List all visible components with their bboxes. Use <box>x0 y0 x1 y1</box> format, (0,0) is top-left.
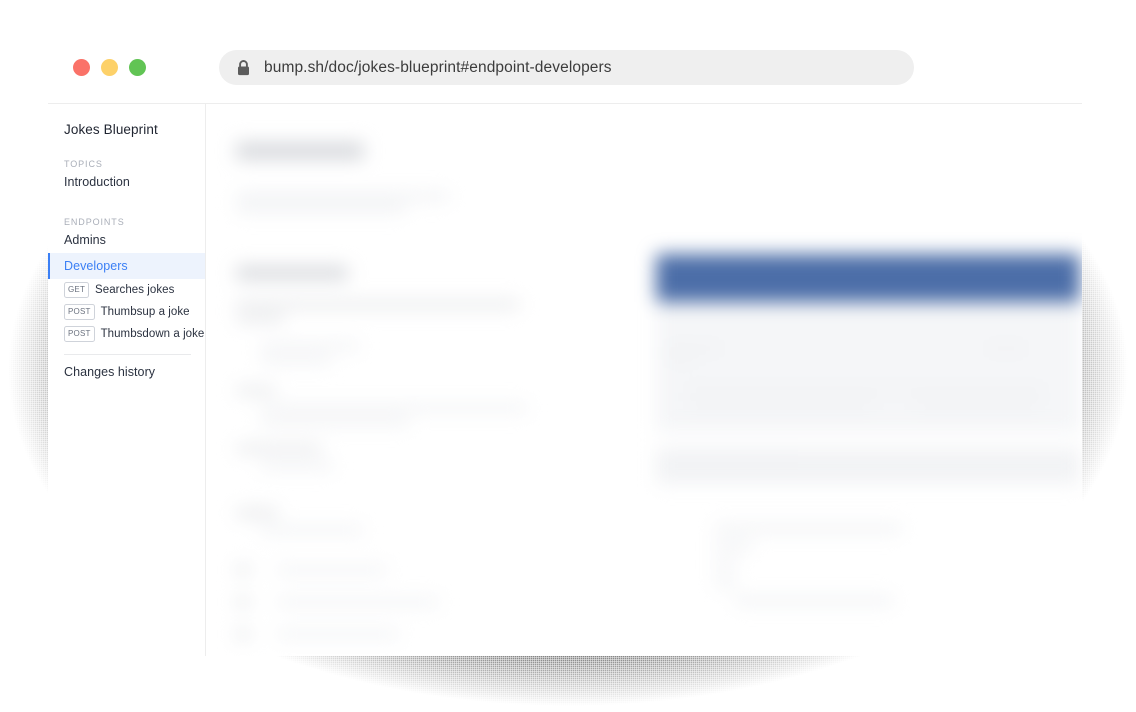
lock-icon <box>237 59 250 76</box>
sidebar-item-changes-history[interactable]: Changes history <box>48 359 205 385</box>
minimize-button[interactable] <box>101 59 118 76</box>
method-badge-get: GET <box>64 282 90 298</box>
traffic-light-group <box>73 59 146 76</box>
sidebar-item-admins[interactable]: Admins <box>48 227 205 253</box>
blurred-content-layer <box>206 104 1082 656</box>
sidebar-section-endpoints-label: ENDPOINTS <box>64 217 125 227</box>
sidebar-item-developers[interactable]: Developers <box>48 253 205 279</box>
response-panel-body <box>656 302 1080 432</box>
page-title: Jokes Blueprint <box>64 122 158 137</box>
sidebar-endpoint-thumbsdown-a-joke[interactable]: POST Thumbsdown a joke <box>48 323 205 345</box>
screenshot-stage: bump.sh/doc/jokes-blueprint#endpoint-dev… <box>0 0 1136 712</box>
browser-window: bump.sh/doc/jokes-blueprint#endpoint-dev… <box>48 32 1082 656</box>
browser-chrome: bump.sh/doc/jokes-blueprint#endpoint-dev… <box>48 32 1082 104</box>
browser-viewport: Jokes Blueprint TOPICS Introduction ENDP… <box>48 104 1082 656</box>
sidebar-divider <box>64 354 191 355</box>
endpoint-label: Thumbsup a joke <box>100 306 190 318</box>
maximize-button[interactable] <box>129 59 146 76</box>
sidebar-endpoint-searches-jokes[interactable]: GET Searches jokes <box>48 279 205 301</box>
response-panel-header-band <box>656 254 1080 302</box>
endpoint-label: Searches jokes <box>95 284 175 296</box>
method-badge-post: POST <box>64 326 95 342</box>
sidebar-endpoint-thumbsup-a-joke[interactable]: POST Thumbsup a joke <box>48 301 205 323</box>
method-badge-post: POST <box>64 304 95 320</box>
address-bar[interactable]: bump.sh/doc/jokes-blueprint#endpoint-dev… <box>219 50 914 85</box>
close-button[interactable] <box>73 59 90 76</box>
documentation-content <box>206 104 1082 656</box>
sidebar-item-introduction[interactable]: Introduction <box>48 169 205 195</box>
sidebar: Jokes Blueprint TOPICS Introduction ENDP… <box>48 104 206 656</box>
sidebar-section-topics-label: TOPICS <box>64 159 103 169</box>
url-text: bump.sh/doc/jokes-blueprint#endpoint-dev… <box>264 58 612 76</box>
endpoint-label: Thumbsdown a joke <box>100 328 205 340</box>
